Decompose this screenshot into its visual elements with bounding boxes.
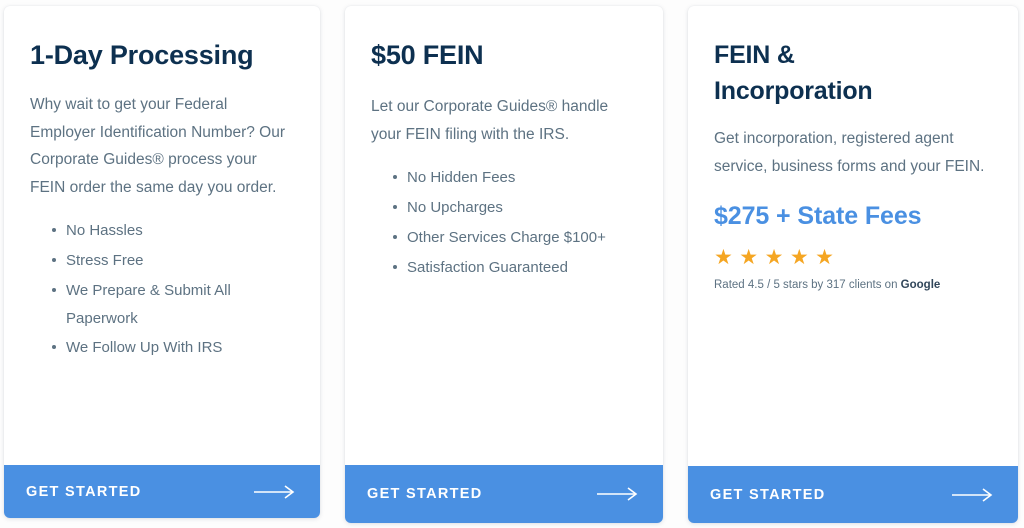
- list-item: No Upcharges: [393, 194, 637, 222]
- pricing-card-fifty-dollar-fein: $50 FEIN Let our Corporate Guides® handl…: [345, 6, 663, 523]
- star-icon: ★: [789, 246, 809, 270]
- star-icon: ★: [815, 246, 834, 270]
- card-content: 1-Day Processing Why wait to get your Fe…: [4, 6, 320, 465]
- card-title: $50 FEIN: [371, 40, 484, 70]
- get-started-button[interactable]: GET STARTED: [4, 465, 320, 518]
- list-item: We Follow Up With IRS: [52, 334, 294, 362]
- get-started-label: GET STARTED: [367, 486, 483, 502]
- card-title: FEIN & Incorporation: [714, 41, 873, 105]
- card-description: Get incorporation, registered agent serv…: [714, 130, 985, 175]
- star-rating: ★ ★ ★ ★ ★: [714, 247, 994, 268]
- pricing-card-one-day-processing: 1-Day Processing Why wait to get your Fe…: [4, 6, 320, 518]
- star-icon: ★: [714, 246, 733, 270]
- arrow-right-icon: [952, 487, 993, 502]
- star-icon: ★: [764, 246, 784, 270]
- arrow-right-icon: [597, 487, 638, 501]
- card-title: 1-Day Processing: [30, 40, 254, 70]
- get-started-label: GET STARTED: [710, 486, 826, 503]
- list-item: No Hidden Fees: [393, 164, 637, 192]
- rating-text-prefix: Rated 4.5 / 5 stars by 317 clients on: [714, 279, 901, 292]
- list-item: We Prepare & Submit All Paperwork: [52, 277, 294, 333]
- card-description: Why wait to get your Federal Employer Id…: [30, 96, 286, 196]
- feature-list: No Hassles Stress Free We Prepare & Subm…: [30, 217, 294, 362]
- price-label: $275 + State Fees: [714, 202, 922, 231]
- rating-brand: Google: [900, 279, 941, 292]
- arrow-right-icon: [254, 484, 295, 499]
- list-item: Stress Free: [52, 247, 294, 275]
- pricing-cards-section: 1-Day Processing Why wait to get your Fe…: [0, 0, 1024, 528]
- get-started-button[interactable]: GET STARTED: [345, 465, 663, 523]
- star-icon: ★: [739, 246, 759, 270]
- pricing-card-fein-and-incorporation: FEIN & Incorporation Get incorporation, …: [688, 6, 1018, 523]
- get-started-label: GET STARTED: [26, 483, 142, 500]
- list-item: Satisfaction Guaranteed: [393, 254, 637, 282]
- feature-list: No Hidden Fees No Upcharges Other Servic…: [371, 164, 637, 281]
- rating-text: Rated 4.5 / 5 stars by 317 clients on Go…: [714, 277, 994, 293]
- card-content: FEIN & Incorporation Get incorporation, …: [688, 6, 1018, 466]
- list-item: Other Services Charge $100+: [393, 224, 637, 252]
- card-content: $50 FEIN Let our Corporate Guides® handl…: [345, 6, 663, 465]
- get-started-button[interactable]: GET STARTED: [688, 466, 1018, 523]
- list-item: No Hassles: [52, 217, 294, 245]
- card-description: Let our Corporate Guides® handle your FE…: [371, 98, 609, 143]
